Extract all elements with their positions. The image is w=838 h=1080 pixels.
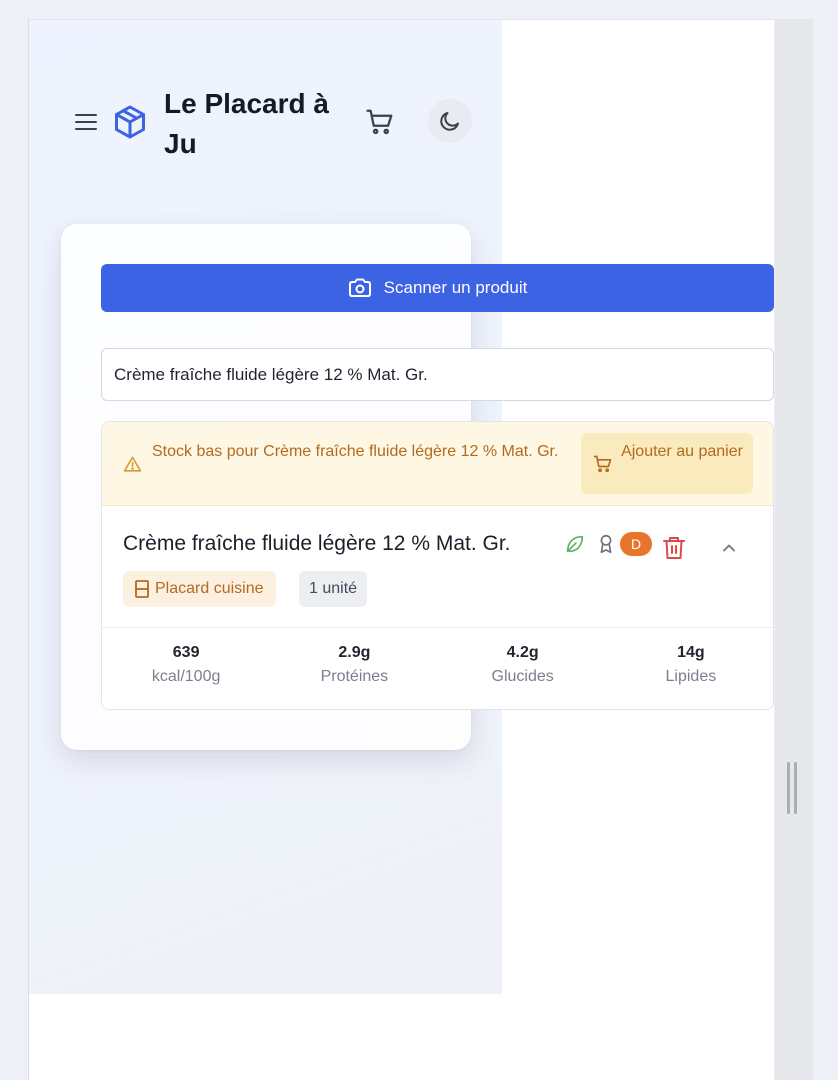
nutrition-carbs: 4.2g Glucides bbox=[439, 628, 607, 709]
leaf-icon bbox=[566, 535, 584, 553]
nutrition-label: kcal/100g bbox=[151, 668, 221, 685]
nutrition-value: 639 bbox=[172, 644, 200, 661]
nutrition-value: 2.9g bbox=[338, 644, 371, 661]
menu-icon[interactable] bbox=[74, 110, 98, 134]
trash-icon[interactable] bbox=[662, 535, 686, 561]
scan-product-button[interactable]: Scanner un produit bbox=[101, 264, 774, 312]
cart-icon[interactable] bbox=[365, 107, 395, 137]
product-card: Stock bas pour Crème fraîche fluide légè… bbox=[101, 421, 774, 710]
nutrition-protein: 2.9g Protéines bbox=[270, 628, 438, 709]
window-gutter bbox=[775, 19, 813, 1080]
quantity-tag: 1 unité bbox=[299, 571, 368, 607]
nutrition-value: 14g bbox=[677, 644, 705, 661]
app-title: Le Placard à Ju bbox=[164, 88, 329, 159]
nutrition-calories: 639 kcal/100g bbox=[102, 628, 270, 709]
alert-text: Stock bas pour Crème fraîche fluide légè… bbox=[152, 443, 559, 460]
nutrition-fat: 14g Lipides bbox=[607, 628, 773, 709]
cart-icon bbox=[593, 455, 612, 473]
nutrition-label: Protéines bbox=[320, 668, 389, 685]
product-name: Crème fraîche fluide légère 12 % Mat. Gr… bbox=[123, 532, 511, 555]
package-icon bbox=[112, 104, 148, 140]
add-to-cart-button[interactable]: Ajouter au panier bbox=[581, 433, 753, 494]
nutrition-label: Lipides bbox=[665, 668, 717, 685]
nutrition-facts: 639 kcal/100g 2.9g Protéines 4.2g Glucid… bbox=[102, 627, 773, 709]
chevron-up-icon[interactable] bbox=[719, 538, 739, 558]
theme-toggle-button[interactable] bbox=[428, 99, 472, 143]
moon-icon bbox=[440, 112, 459, 131]
location-tag: Placard cuisine bbox=[123, 571, 276, 607]
search-input[interactable] bbox=[101, 348, 774, 401]
cupboard-icon bbox=[135, 580, 149, 598]
scan-button-label: Scanner un produit bbox=[383, 278, 528, 297]
warning-icon bbox=[123, 456, 142, 472]
nutrition-label: Glucides bbox=[491, 668, 554, 685]
award-icon bbox=[600, 534, 612, 554]
nutri-score-badge: D bbox=[620, 532, 652, 556]
camera-icon bbox=[348, 278, 371, 297]
add-to-cart-label: Ajouter au panier bbox=[621, 443, 743, 460]
location-label: Placard cuisine bbox=[155, 580, 264, 597]
nutrition-value: 4.2g bbox=[506, 644, 539, 661]
resize-handle[interactable] bbox=[787, 762, 799, 814]
low-stock-alert: Stock bas pour Crème fraîche fluide légè… bbox=[102, 422, 773, 506]
